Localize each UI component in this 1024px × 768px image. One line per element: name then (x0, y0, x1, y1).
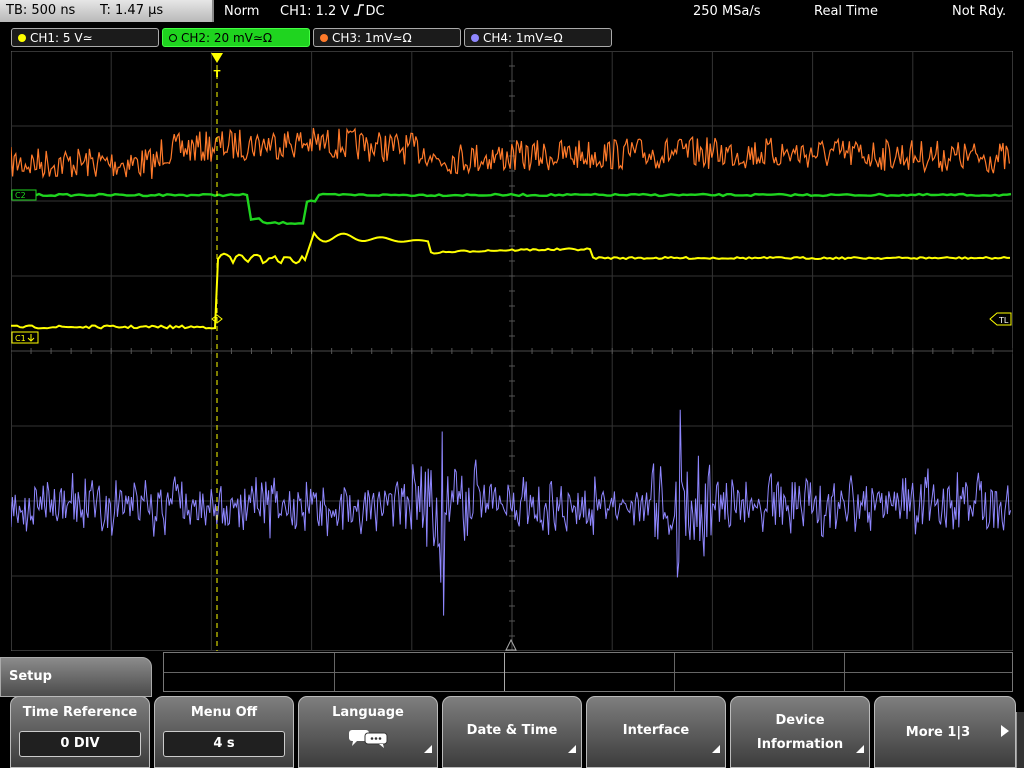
ch2-dot-icon (169, 34, 177, 42)
channel-tab-ch1[interactable]: CH1: 5 V≃ (11, 28, 159, 47)
svg-text:C2: C2 (15, 191, 26, 200)
ch4-dot-icon (471, 34, 479, 42)
scroll-edge (1016, 712, 1024, 768)
channel-tab-ch4[interactable]: CH4: 1mV≃Ω (464, 28, 612, 47)
softkey-interface[interactable]: Interface (586, 696, 726, 768)
next-page-arrow-icon (1001, 725, 1009, 737)
softkey-menu-off[interactable]: Menu Off 4 s (154, 696, 294, 768)
ch3-dot-icon (320, 34, 328, 42)
channel-tab-ch2[interactable]: CH2: 20 mV≃Ω (162, 28, 310, 47)
softkey-more[interactable]: More 1|3 (874, 696, 1016, 768)
speech-bubbles-icon (349, 730, 388, 748)
timebase-box[interactable]: TB: 500 ns T: 1.47 µs (0, 0, 214, 22)
submenu-corner-icon (424, 745, 432, 753)
waveform-display[interactable]: T C2 C1 TL (11, 51, 1013, 651)
svg-text:TL: TL (998, 316, 1009, 325)
ready-state: Not Rdy. (952, 4, 1007, 19)
menu-off-value: 4 s (163, 731, 285, 757)
menu-title: Setup (9, 669, 52, 684)
status-bar: TB: 500 ns T: 1.47 µs Norm CH1: 1.2 V DC… (0, 0, 1024, 24)
softkey-time-reference[interactable]: Time Reference 0 DIV (10, 696, 150, 768)
acquisition-mode[interactable]: Real Time (814, 3, 878, 21)
trigger-mode[interactable]: Norm (224, 3, 259, 21)
time-reference-value: 0 DIV (19, 731, 141, 757)
svg-text:C1: C1 (15, 334, 26, 343)
softkey-date-time[interactable]: Date & Time (442, 696, 582, 768)
rising-edge-icon (354, 4, 365, 16)
trigger-time-readout: T: 1.47 µs (100, 3, 164, 18)
submenu-corner-icon (856, 745, 864, 753)
submenu-corner-icon (712, 745, 720, 753)
timebase-readout: TB: 500 ns (6, 3, 76, 18)
softkey-language[interactable]: Language (298, 696, 438, 768)
submenu-corner-icon (568, 745, 576, 753)
channel-tab-ch3[interactable]: CH3: 1mV≃Ω (313, 28, 461, 47)
menu-title-tab: Setup (0, 657, 152, 697)
sample-rate: 250 MSa/s (693, 4, 761, 19)
ch2-level-marker[interactable]: C2 (11, 189, 37, 201)
trigger-source[interactable]: CH1: 1.2 V DC (280, 3, 385, 21)
ch1-level-marker[interactable]: C1 (11, 331, 39, 344)
svg-text:T: T (214, 69, 221, 80)
ch1-dot-icon (18, 34, 26, 42)
memory-timeline (163, 652, 1013, 692)
softkey-device-information[interactable]: Device Information (730, 696, 870, 768)
